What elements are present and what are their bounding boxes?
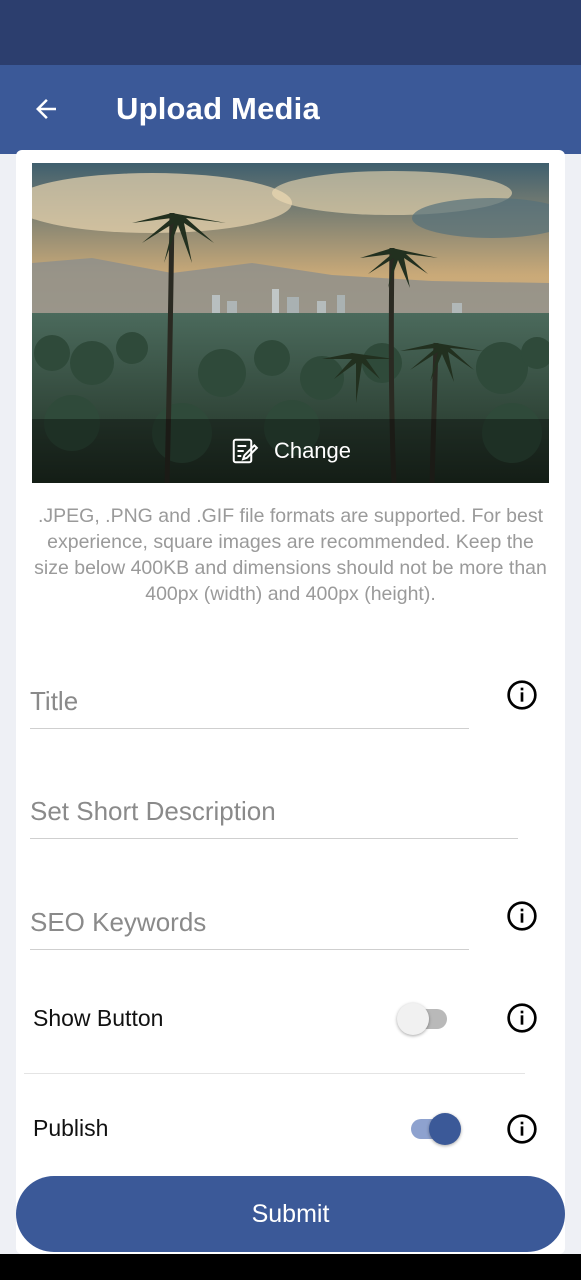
divider: [24, 1073, 525, 1074]
app-bar: Upload Media: [0, 65, 581, 154]
show-button-toggle[interactable]: [397, 1002, 453, 1036]
edit-note-icon: [232, 438, 259, 464]
arrow-left-icon: [36, 99, 56, 119]
back-button[interactable]: [26, 89, 66, 129]
toggle-thumb: [429, 1113, 461, 1145]
info-icon[interactable]: [506, 679, 538, 711]
submit-button[interactable]: Submit: [16, 1176, 565, 1252]
description-underline: [30, 838, 518, 839]
title-underline: [30, 728, 469, 729]
title-input[interactable]: Title: [30, 686, 78, 717]
system-nav-bar: [0, 1254, 581, 1280]
page-title: Upload Media: [116, 91, 320, 126]
change-label: Change: [273, 438, 352, 463]
publish-toggle[interactable]: [405, 1112, 461, 1146]
info-icon[interactable]: [506, 900, 538, 932]
info-icon[interactable]: [506, 1002, 538, 1034]
publish-label: Publish: [33, 1115, 109, 1141]
description-input[interactable]: Set Short Description: [30, 796, 276, 827]
seo-keywords-input[interactable]: SEO Keywords: [30, 907, 206, 938]
toggle-thumb: [397, 1003, 429, 1035]
status-bar: [0, 0, 581, 65]
media-preview[interactable]: Change: [32, 163, 549, 483]
show-button-label: Show Button: [33, 1005, 164, 1031]
info-icon[interactable]: [506, 1113, 538, 1145]
format-hint: .JPEG, .PNG and .GIF file formats are su…: [34, 505, 547, 605]
change-image-button[interactable]: Change: [32, 419, 549, 483]
seo-keywords-underline: [30, 949, 469, 950]
